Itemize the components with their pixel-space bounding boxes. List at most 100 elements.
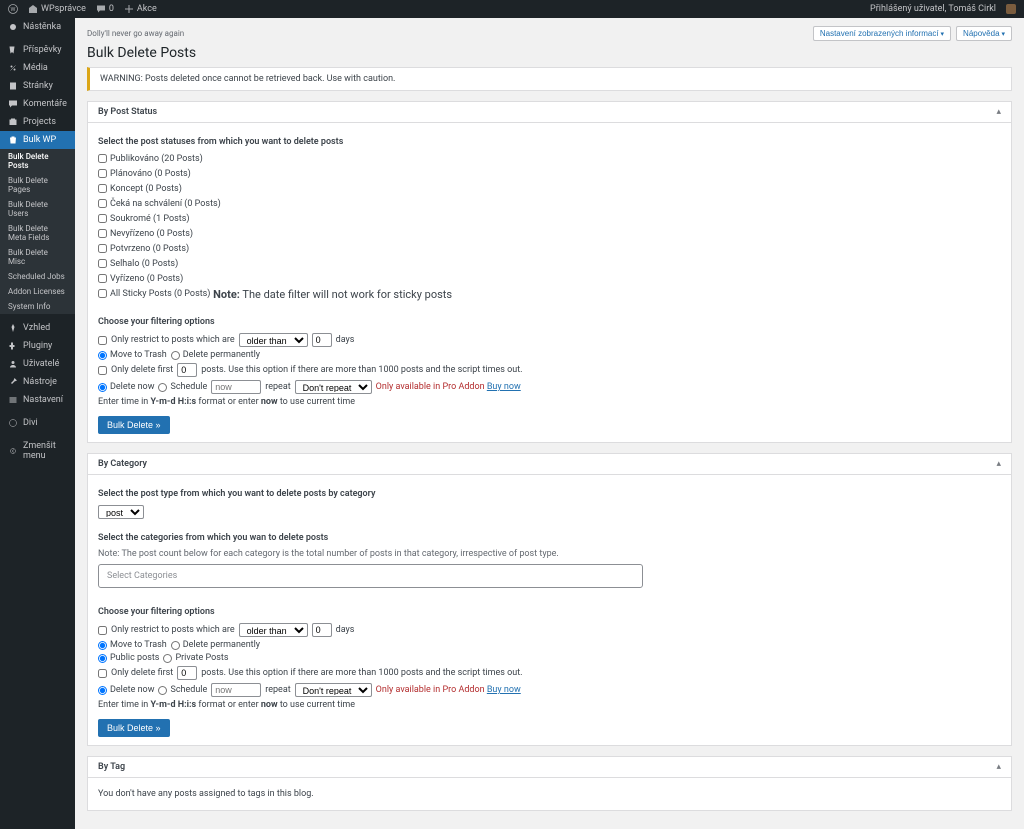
- schedule-radio-cat[interactable]: Schedule: [158, 685, 207, 695]
- status-checkbox[interactable]: [98, 244, 107, 253]
- delete-now-radio[interactable]: Delete now: [98, 382, 154, 392]
- add-label: Akce: [137, 4, 157, 14]
- help-btn[interactable]: Nápověda: [956, 26, 1012, 41]
- status-checkbox[interactable]: [98, 154, 107, 163]
- radio[interactable]: [163, 654, 172, 663]
- sidebar-item-users[interactable]: Uživatelé: [0, 355, 75, 373]
- sidebar-item-dashboard[interactable]: Nástěnka: [0, 18, 75, 36]
- add-new[interactable]: Akce: [124, 4, 157, 14]
- sidebar-item-plugins[interactable]: Pluginy: [0, 337, 75, 355]
- repeat-select-cat[interactable]: Don't repeat: [295, 683, 372, 697]
- radio[interactable]: [98, 383, 107, 392]
- status-3[interactable]: Čeká na schválení (0 Posts): [98, 199, 221, 209]
- status-label: Vyřízeno (0 Posts): [110, 274, 183, 284]
- sidebar-item-bulkwp[interactable]: Bulk WP: [0, 131, 75, 149]
- categories-multiselect[interactable]: Select Categories: [98, 564, 643, 588]
- submenu-scheduled-jobs[interactable]: Scheduled Jobs: [0, 269, 75, 284]
- submenu-bulk-delete-meta[interactable]: Bulk Delete Meta Fields: [0, 221, 75, 245]
- schedule-time-input[interactable]: [211, 380, 261, 394]
- only-first-input-cat[interactable]: [177, 666, 197, 680]
- status-7[interactable]: Selhalo (0 Posts): [98, 259, 178, 269]
- older-than-select[interactable]: older than: [239, 333, 308, 347]
- sidebar-item-divi[interactable]: Divi: [0, 414, 75, 432]
- status-checkbox[interactable]: [98, 289, 107, 298]
- status-4[interactable]: Soukromé (1 Posts): [98, 214, 189, 224]
- schedule-time-input-cat[interactable]: [211, 683, 261, 697]
- sidebar-item-settings[interactable]: Nastavení: [0, 391, 75, 409]
- buy-now-link[interactable]: Buy now: [487, 382, 521, 392]
- sidebar-item-appearance[interactable]: Vzhled: [0, 319, 75, 337]
- postbox-category-header[interactable]: By Category ▴: [88, 454, 1011, 475]
- comments-count[interactable]: 0: [96, 4, 114, 14]
- status-5[interactable]: Nevyřízeno (0 Posts): [98, 229, 193, 239]
- sidebar-label: Vzhled: [23, 323, 50, 333]
- sidebar-item-media[interactable]: Média: [0, 59, 75, 77]
- status-checkbox[interactable]: [98, 214, 107, 223]
- radio[interactable]: [98, 641, 107, 650]
- status-checkbox[interactable]: [98, 229, 107, 238]
- private-posts-radio[interactable]: Private Posts: [163, 653, 228, 663]
- status-checkbox[interactable]: [98, 259, 107, 268]
- only-first-checkbox[interactable]: [98, 366, 107, 375]
- del-perm-radio-cat[interactable]: Delete permanently: [171, 640, 260, 650]
- sidebar-label: Projects: [23, 117, 56, 127]
- radio[interactable]: [171, 351, 180, 360]
- older-than-select-cat[interactable]: older than: [239, 623, 308, 637]
- only-first-checkbox-cat[interactable]: [98, 669, 107, 678]
- del-perm-radio[interactable]: Delete permanently: [171, 350, 260, 360]
- status-6[interactable]: Potvrzeno (0 Posts): [98, 244, 189, 254]
- status-sticky[interactable]: All Sticky Posts (0 Posts): [98, 289, 210, 299]
- postbox-category: By Category ▴ Select the post type from …: [87, 453, 1012, 746]
- submenu-bulk-delete-users[interactable]: Bulk Delete Users: [0, 197, 75, 221]
- radio[interactable]: [158, 686, 167, 695]
- site-name[interactable]: WPsprávce: [28, 4, 86, 14]
- sidebar-item-pages[interactable]: Stránky: [0, 77, 75, 95]
- schedule-radio[interactable]: Schedule: [158, 382, 207, 392]
- move-trash-radio-cat[interactable]: Move to Trash: [98, 640, 167, 650]
- status-2[interactable]: Koncept (0 Posts): [98, 184, 182, 194]
- radio[interactable]: [171, 641, 180, 650]
- avatar[interactable]: [1006, 4, 1016, 14]
- submenu-system-info[interactable]: System Info: [0, 299, 75, 314]
- postbox-tag-header[interactable]: By Tag ▴: [88, 757, 1011, 778]
- public-posts-radio[interactable]: Public posts: [98, 653, 159, 663]
- days-input[interactable]: [312, 333, 332, 347]
- days-input-cat[interactable]: [312, 623, 332, 637]
- sidebar-item-posts[interactable]: Příspěvky: [0, 41, 75, 59]
- collapse-menu[interactable]: Zmenšit menu: [0, 437, 75, 465]
- submenu-bulk-delete-posts[interactable]: Bulk Delete Posts: [0, 149, 75, 173]
- sidebar-item-projects[interactable]: Projects: [0, 113, 75, 131]
- postbox-status-header[interactable]: By Post Status ▴: [88, 102, 1011, 123]
- wp-logo[interactable]: W: [8, 4, 18, 14]
- radio[interactable]: [98, 686, 107, 695]
- delete-now-radio-cat[interactable]: Delete now: [98, 685, 154, 695]
- buy-now-link-cat[interactable]: Buy now: [487, 685, 521, 695]
- status-checkbox[interactable]: [98, 274, 107, 283]
- submenu-addon-licenses[interactable]: Addon Licenses: [0, 284, 75, 299]
- sidebar-item-comments[interactable]: Komentáře: [0, 95, 75, 113]
- only-first-input[interactable]: [177, 363, 197, 377]
- radio[interactable]: [158, 383, 167, 392]
- restrict-checkbox-cat[interactable]: [98, 626, 107, 635]
- status-checkbox[interactable]: [98, 184, 107, 193]
- bulk-delete-status-btn[interactable]: Bulk Delete »: [98, 416, 170, 434]
- status-0[interactable]: Publikováno (20 Posts): [98, 154, 203, 164]
- label-text: Move to Trash: [110, 350, 167, 360]
- status-8[interactable]: Vyřízeno (0 Posts): [98, 274, 183, 284]
- sidebar-item-tools[interactable]: Nástroje: [0, 373, 75, 391]
- radio[interactable]: [98, 351, 107, 360]
- radio[interactable]: [98, 654, 107, 663]
- bulk-delete-cat-btn[interactable]: Bulk Delete »: [98, 719, 170, 737]
- repeat-select[interactable]: Don't repeat: [295, 380, 372, 394]
- move-trash-radio[interactable]: Move to Trash: [98, 350, 167, 360]
- post-type-select[interactable]: post: [98, 505, 144, 519]
- status-checkbox[interactable]: [98, 199, 107, 208]
- status-checkbox[interactable]: [98, 169, 107, 178]
- submenu-bulk-delete-misc[interactable]: Bulk Delete Misc: [0, 245, 75, 269]
- submenu-bulk-delete-pages[interactable]: Bulk Delete Pages: [0, 173, 75, 197]
- restrict-checkbox[interactable]: [98, 336, 107, 345]
- repeat-label: repeat: [265, 382, 290, 392]
- screen-options-btn[interactable]: Nastavení zobrazených informací: [813, 26, 951, 41]
- status-1[interactable]: Plánováno (0 Posts): [98, 169, 191, 179]
- greeting[interactable]: Přihlášený uživatel, Tomáš Cirkl: [870, 4, 996, 14]
